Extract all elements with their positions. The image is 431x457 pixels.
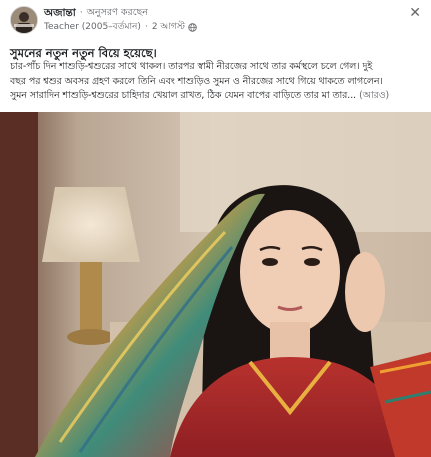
post-meta: অজান্তা · অনুসরণ করছেন Teacher (2005–বর্… — [44, 6, 197, 33]
author-subtitle: Teacher (2005–বর্তমান) — [44, 22, 141, 32]
post-text-line-content: সুমন সারাদিন শাশুড়ি-শ্বশুরের চাহিদার খে… — [10, 90, 357, 101]
post-time[interactable]: 2 আগস্ট — [152, 21, 185, 33]
post-text-line: চার-পাঁচ দিন শাশুড়ি-শ্বশুরের সাথে থাকল।… — [10, 61, 373, 72]
close-icon[interactable]: ✕ — [409, 6, 421, 20]
post-photo[interactable] — [0, 112, 431, 457]
author-name[interactable]: অজান্তা — [44, 6, 76, 20]
see-more-link[interactable]: (আরও) — [359, 90, 389, 101]
post-body: চার-পাঁচ দিন শাশুড়ি-শ্বশুরের সাথে থাকল।… — [10, 60, 425, 104]
post-photo-image — [0, 112, 431, 457]
separator-dot: · — [79, 8, 83, 18]
avatar[interactable] — [10, 6, 38, 34]
globe-icon — [188, 22, 197, 32]
follow-status[interactable]: অনুসরণ করছেন — [87, 6, 148, 20]
post-card: অজান্তা · অনুসরণ করছেন Teacher (2005–বর্… — [0, 0, 431, 457]
post-text-line: বছর পর শ্বশুর অবসর গ্রহণ করলে তিনি এবং শ… — [10, 75, 383, 87]
post-header: অজান্তা · অনুসরণ করছেন Teacher (2005–বর্… — [10, 6, 197, 34]
post-text-line: সুমন সারাদিন শাশুড়ি-শ্বশুরের চাহিদার খে… — [10, 89, 425, 104]
separator-dot: · — [144, 22, 148, 32]
